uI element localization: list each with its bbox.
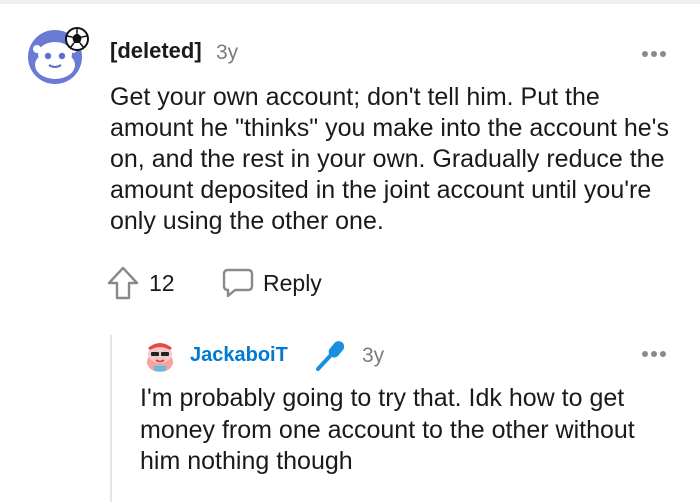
- top-divider: [0, 0, 700, 4]
- vote-score: 12: [149, 270, 175, 296]
- comment-actions: 12 Reply: [105, 262, 405, 302]
- deleted-user-avatar-icon[interactable]: [25, 25, 91, 85]
- comment-age: 3y: [216, 41, 239, 64]
- reply-author[interactable]: JackaboiT: [190, 344, 288, 367]
- thread-line[interactable]: [110, 335, 112, 502]
- more-options-icon[interactable]: [641, 350, 667, 358]
- comment-body: Get your own account; don't tell him. Pu…: [110, 83, 669, 235]
- upvote-arrow-icon[interactable]: [107, 266, 139, 300]
- reply-body: I'm probably going to try that. Idk how …: [140, 384, 635, 475]
- speech-bubble-icon: [222, 268, 254, 298]
- more-options-icon[interactable]: [641, 50, 667, 58]
- reply-button[interactable]: Reply: [221, 264, 341, 300]
- reply-age: 3y: [362, 344, 385, 367]
- comment-author[interactable]: [deleted]: [110, 38, 202, 64]
- user-avatar-icon[interactable]: [140, 336, 180, 374]
- reply-label: Reply: [263, 270, 322, 296]
- microphone-icon: [316, 341, 345, 371]
